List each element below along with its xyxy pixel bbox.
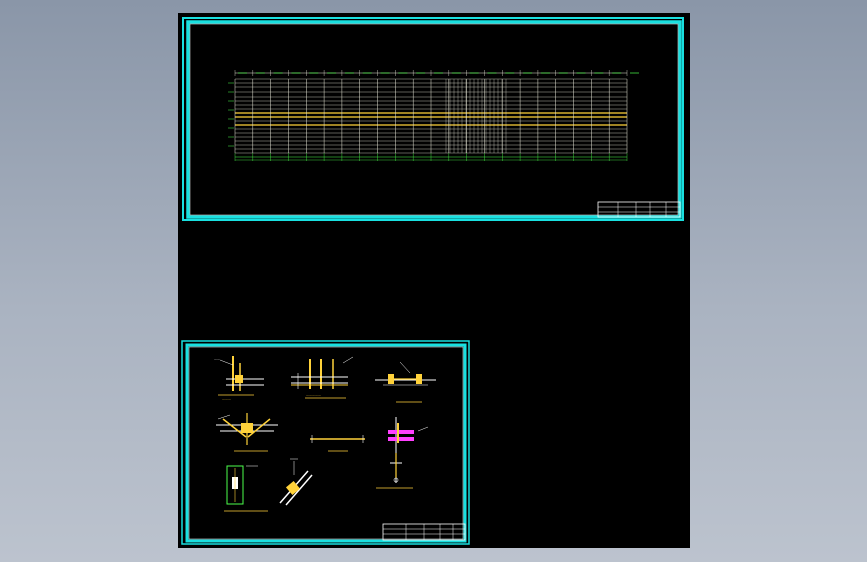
detail-column-base[interactable]: —— ——— bbox=[214, 356, 264, 401]
drawing-viewport[interactable]: —— ——— ————— bbox=[178, 13, 690, 548]
drawing-canvas[interactable]: —— ——— ————— bbox=[178, 13, 690, 548]
sheet-inner-border bbox=[186, 20, 682, 219]
detail-ridge-joint[interactable] bbox=[216, 413, 278, 452]
sheet-details[interactable]: —— ——— ————— bbox=[181, 340, 470, 545]
frame-elevation-drawing[interactable] bbox=[228, 70, 639, 161]
detail-sheet-inner-border bbox=[185, 343, 467, 543]
sheet-main-elevation[interactable] bbox=[182, 17, 684, 221]
detail-base-plate[interactable] bbox=[224, 465, 268, 512]
detail-purlin-support[interactable] bbox=[375, 361, 436, 403]
detail-column-section[interactable] bbox=[376, 417, 429, 489]
sheet-outer-border bbox=[182, 17, 684, 221]
sheet-drawing-border bbox=[189, 23, 679, 216]
detail-brace-connection[interactable] bbox=[279, 458, 313, 506]
detail-beam-connection[interactable]: ————— bbox=[291, 356, 354, 399]
detail-title-block[interactable] bbox=[382, 523, 466, 541]
svg-text:———: ——— bbox=[222, 397, 231, 401]
svg-text:—————: ————— bbox=[306, 393, 321, 397]
svg-text:——: —— bbox=[214, 357, 220, 361]
detail-tie-rod[interactable] bbox=[310, 435, 365, 452]
detail-sheet-outer-border bbox=[181, 340, 470, 545]
